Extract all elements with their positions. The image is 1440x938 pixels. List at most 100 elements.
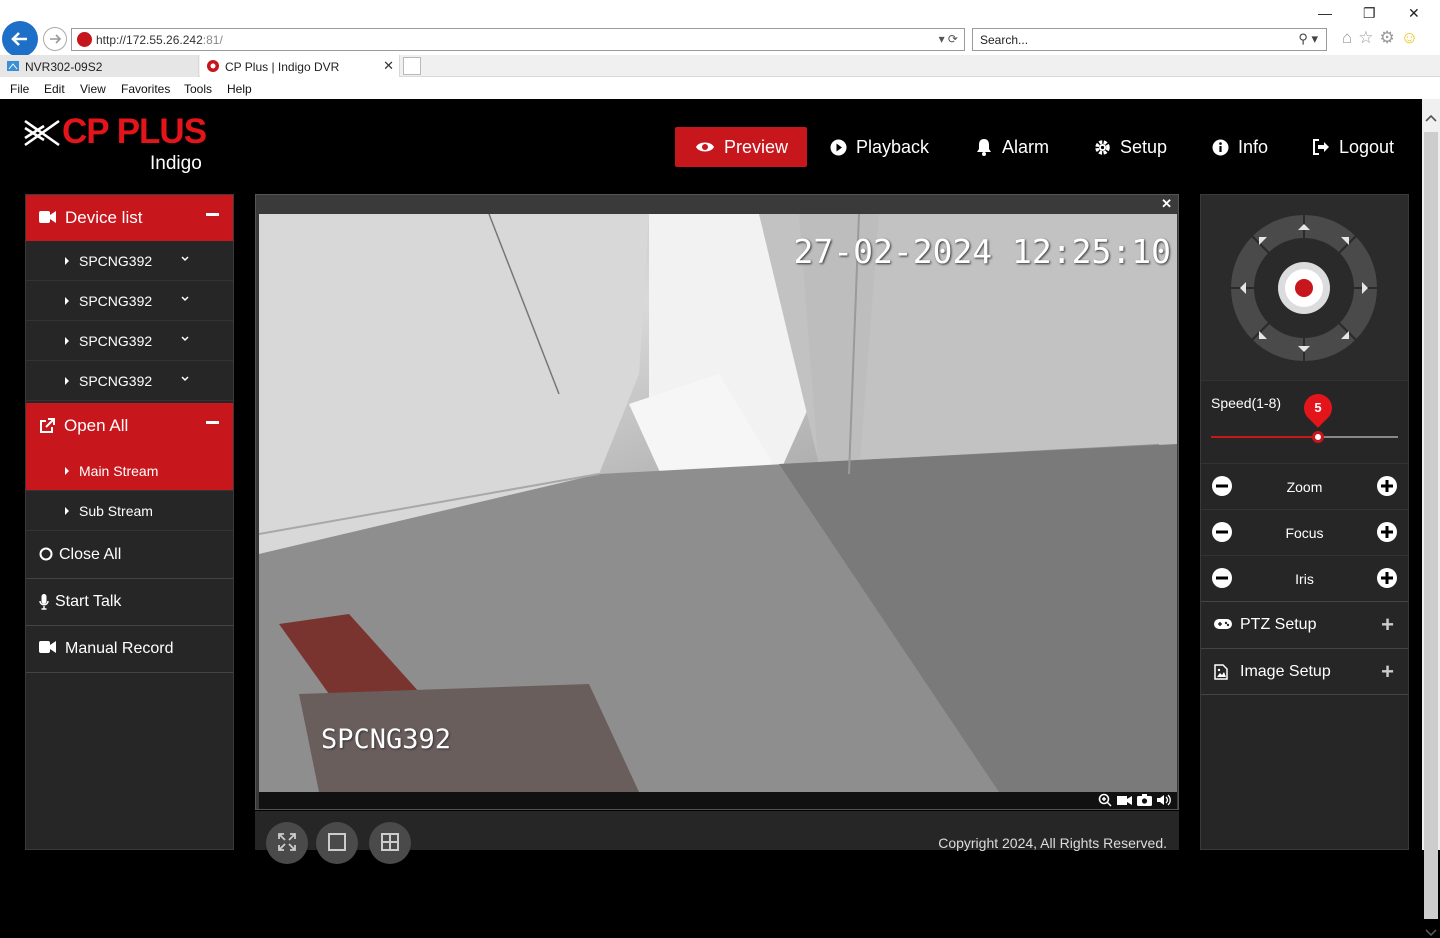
caret-right-icon — [65, 507, 69, 515]
layout-quad-button[interactable] — [369, 822, 411, 864]
bell-icon — [975, 138, 993, 156]
video-camera-icon — [39, 211, 56, 223]
chevron-down-icon[interactable] — [180, 374, 190, 384]
forward-button[interactable] — [43, 27, 67, 51]
smiley-icon[interactable]: ☺ — [1401, 28, 1424, 47]
speed-slider-handle[interactable] — [1311, 431, 1324, 443]
nav-logout[interactable]: Logout — [1312, 127, 1394, 167]
record-video-icon[interactable] — [1117, 793, 1132, 807]
collapse-icon[interactable] — [206, 421, 219, 424]
nav-preview[interactable]: Preview — [675, 127, 807, 167]
collapse-icon[interactable] — [206, 213, 219, 216]
home-icon[interactable]: ⌂ — [1342, 28, 1358, 47]
single-view-icon — [328, 833, 346, 851]
nav-alarm[interactable]: Alarm — [975, 127, 1049, 167]
scrollbar-thumb[interactable] — [1424, 132, 1438, 919]
iris-control: Iris — [1201, 555, 1408, 601]
tab-nvr[interactable]: NVR302-09S2 — [0, 55, 199, 77]
close-tab-icon[interactable]: ✕ — [383, 58, 394, 74]
snapshot-camera-icon[interactable] — [1137, 793, 1152, 807]
scroll-up-icon[interactable] — [1425, 113, 1437, 123]
menu-help[interactable]: Help — [227, 82, 252, 96]
scroll-down-icon[interactable] — [1425, 928, 1437, 938]
star-icon[interactable]: ☆ — [1358, 28, 1379, 47]
video-container: ✕ 27-02-2024 12:25:10 SPCNG392 — [255, 194, 1179, 810]
device-item[interactable]: SPCNG392 — [26, 361, 233, 401]
url-text: http://172.55.26.242:81/ — [96, 33, 223, 47]
video-layout-bar: Copyright 2024, All Rights Reserved. — [255, 811, 1179, 864]
expand-icon — [278, 833, 296, 851]
device-item[interactable]: SPCNG392 — [26, 321, 233, 361]
ptz-setup-row[interactable]: PTZ Setup + — [1201, 601, 1408, 648]
browser-chrome: http://172.55.26.242:81/ ▾ ⟳ Search... ⚲… — [0, 0, 1440, 99]
restore-button[interactable]: ❐ — [1363, 5, 1376, 22]
ptz-direction-pad[interactable] — [1229, 213, 1379, 363]
close-all-button[interactable]: Close All — [26, 532, 233, 579]
nav-playback[interactable]: Playback — [830, 127, 929, 167]
stream-main[interactable]: Main Stream — [26, 451, 233, 491]
brand-sub-text: Indigo — [150, 153, 202, 174]
search-placeholder: Search... — [980, 33, 1029, 47]
layout-single-button[interactable] — [316, 822, 358, 864]
new-tab-button[interactable] — [403, 57, 421, 75]
nav-setup[interactable]: Setup — [1094, 127, 1167, 167]
gear-icon[interactable]: ⚙ — [1380, 28, 1401, 47]
caret-right-icon — [65, 337, 69, 345]
menu-edit[interactable]: Edit — [44, 82, 65, 96]
gear-icon — [1094, 139, 1111, 156]
image-setup-row[interactable]: Image Setup + — [1201, 648, 1408, 695]
chevron-down-icon[interactable] — [180, 294, 190, 304]
tab-cpplus[interactable]: CP Plus | Indigo DVR ✕ — [200, 55, 400, 77]
expand-plus-icon[interactable]: + — [1381, 659, 1394, 685]
gamepad-icon — [1214, 619, 1232, 629]
page-scrollbar[interactable] — [1422, 99, 1440, 937]
iris-plus-icon[interactable] — [1376, 567, 1398, 589]
close-window-button[interactable]: ✕ — [1408, 5, 1420, 22]
camera-scene — [259, 214, 1177, 792]
close-video-icon[interactable]: ✕ — [1161, 196, 1172, 212]
microphone-icon — [39, 594, 49, 610]
arrow-left-icon — [11, 32, 27, 46]
open-all-header[interactable]: Open All — [26, 403, 233, 451]
search-box[interactable]: Search... ⚲ ▾ — [972, 28, 1327, 51]
focus-plus-icon[interactable] — [1376, 521, 1398, 543]
stream-sub[interactable]: Sub Stream — [26, 491, 233, 531]
search-icon[interactable]: ⚲ ▾ — [1298, 31, 1318, 47]
cpplus-logo-icon — [24, 119, 60, 147]
arrow-right-icon — [50, 34, 62, 44]
device-item[interactable]: SPCNG392 — [26, 241, 233, 281]
menu-favorites[interactable]: Favorites — [121, 82, 170, 96]
caret-right-icon — [65, 377, 69, 385]
video-toolbar — [259, 792, 1177, 809]
device-list-header[interactable]: Device list — [26, 195, 233, 241]
brand-logo-text: CP PLUS — [62, 112, 207, 151]
manual-record-button[interactable]: Manual Record — [26, 626, 233, 673]
speed-slider-track[interactable] — [1211, 436, 1398, 438]
minimize-button[interactable]: — — [1318, 5, 1332, 21]
volume-icon[interactable] — [1157, 793, 1171, 807]
zoom-in-icon[interactable] — [1098, 793, 1112, 807]
menu-view[interactable]: View — [80, 82, 106, 96]
left-panel: Device list SPCNG392 SPCNG392 SPCNG392 S… — [25, 194, 234, 850]
menu-file[interactable]: File — [10, 82, 29, 96]
chevron-down-icon[interactable] — [180, 334, 190, 344]
address-bar[interactable]: http://172.55.26.242:81/ ▾ ⟳ — [71, 28, 965, 51]
focus-control: Focus — [1201, 509, 1408, 555]
expand-plus-icon[interactable]: + — [1381, 612, 1394, 638]
back-button[interactable] — [2, 21, 38, 57]
menu-bar: File Edit View Favorites Tools Help — [0, 78, 1440, 99]
camera-feed[interactable]: 27-02-2024 12:25:10 SPCNG392 — [259, 214, 1177, 792]
fullscreen-button[interactable] — [266, 822, 308, 864]
device-item[interactable]: SPCNG392 — [26, 281, 233, 321]
zoom-control: Zoom — [1201, 463, 1408, 509]
caret-right-icon — [65, 297, 69, 305]
zoom-in-icon[interactable] — [1376, 475, 1398, 497]
start-talk-button[interactable]: Start Talk — [26, 579, 233, 626]
chevron-down-icon[interactable] — [180, 254, 190, 264]
video-timestamp: 27-02-2024 12:25:10 — [793, 232, 1172, 271]
external-link-icon — [39, 418, 55, 434]
info-icon — [1212, 139, 1229, 156]
nav-info[interactable]: Info — [1212, 127, 1268, 167]
menu-tools[interactable]: Tools — [184, 82, 212, 96]
refresh-icon[interactable]: ▾ ⟳ — [939, 32, 958, 46]
